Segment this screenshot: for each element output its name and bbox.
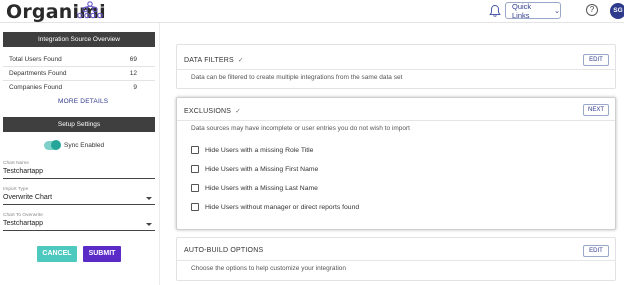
option-label: Hide Users with a missing Role Title — [205, 146, 314, 154]
submit-button[interactable]: SUBMIT — [83, 246, 121, 262]
chart-name-value: Testchartapp — [3, 168, 44, 175]
divider — [177, 260, 615, 261]
stat-row-total-users: Total Users Found 69 — [9, 56, 137, 63]
check-circle-icon: ✓ — [238, 57, 244, 64]
stat-row-departments: Departments Found 12 — [9, 70, 137, 77]
checkbox[interactable] — [191, 203, 199, 211]
import-type-value: Overwrite Chart — [3, 194, 53, 201]
data-filters-description: Data can be filtered to create multiple … — [191, 74, 403, 81]
more-details-link[interactable]: MORE DETAILS — [58, 98, 108, 105]
checkbox[interactable] — [191, 146, 199, 154]
option-label: Hide Users with a Missing Last Name — [205, 184, 318, 192]
exclusions-title: EXCLUSIONS ✓ — [184, 107, 241, 115]
auto-build-description: Choose the options to help customize you… — [191, 265, 347, 272]
left-sidebar: Integration Source Overview Total Users … — [0, 23, 160, 285]
data-filters-title: DATA FILTERS ✓ — [184, 56, 244, 64]
quick-links-label: Quick Links — [512, 1, 532, 20]
import-type-select[interactable]: Overwrite Chart — [3, 194, 155, 205]
user-avatar[interactable]: SG — [610, 3, 624, 19]
sync-toggle-label: Sync Enabled — [64, 142, 105, 149]
stat-label: Companies Found — [9, 84, 63, 91]
data-filters-card: DATA FILTERS ✓ EDIT Data can be filtered… — [176, 44, 616, 89]
org-chart-logo-icon — [77, 1, 103, 19]
option-label: Hide Users with a Missing First Name — [205, 165, 319, 173]
help-icon[interactable]: ? — [586, 4, 598, 16]
chart-to-overwrite-select[interactable]: Testchartapp — [3, 220, 155, 231]
chart-name-label: Chart Name — [3, 161, 29, 166]
toggle-knob — [51, 140, 61, 150]
exclusions-description: Data sources may have incomplete or user… — [191, 125, 410, 132]
sync-toggle[interactable] — [44, 140, 61, 150]
chart-to-overwrite-label: Chart To Overwrite — [3, 213, 43, 218]
chart-to-overwrite-value: Testchartapp — [3, 220, 44, 227]
divider — [177, 120, 615, 121]
dropdown-caret-icon — [146, 197, 152, 200]
exclusion-option-missing-role-title[interactable]: Hide Users with a missing Role Title — [191, 146, 313, 154]
data-filters-edit-button[interactable]: EDIT — [583, 54, 609, 66]
quick-links-dropdown[interactable]: Quick Links ⌄ — [505, 1, 561, 20]
notification-bell-icon[interactable] — [489, 4, 501, 18]
overview-heading: Integration Source Overview — [3, 32, 155, 47]
dropdown-caret-icon — [146, 223, 152, 226]
exclusions-next-button[interactable]: NEXT — [583, 104, 609, 116]
auto-build-title: AUTO-BUILD OPTIONS — [184, 247, 264, 254]
top-bar: Organimi Quick Links ⌄ ? SG — [0, 0, 624, 23]
divider — [177, 69, 615, 70]
card-title-text: EXCLUSIONS — [184, 108, 232, 115]
card-title-text: DATA FILTERS — [184, 57, 234, 64]
stat-value: 9 — [133, 84, 137, 91]
exclusion-option-missing-first-name[interactable]: Hide Users with a Missing First Name — [191, 165, 318, 173]
chart-name-input[interactable]: Testchartapp — [3, 168, 155, 179]
import-type-label: Import Type — [3, 187, 29, 192]
divider — [3, 66, 155, 67]
cancel-button[interactable]: CANCEL — [37, 246, 77, 262]
stat-label: Departments Found — [9, 70, 67, 77]
chevron-down-icon: ⌄ — [554, 7, 560, 15]
exclusions-card: EXCLUSIONS ✓ NEXT Data sources may have … — [176, 97, 616, 230]
checkbox[interactable] — [191, 165, 199, 173]
exclusion-option-missing-last-name[interactable]: Hide Users with a Missing Last Name — [191, 184, 318, 192]
setup-settings-heading: Setup Settings — [3, 117, 155, 132]
option-label: Hide Users without manager or direct rep… — [205, 203, 360, 211]
check-circle-icon: ✓ — [235, 108, 241, 115]
auto-build-edit-button[interactable]: EDIT — [583, 245, 609, 257]
checkbox[interactable] — [191, 184, 199, 192]
divider — [3, 80, 155, 81]
stat-row-companies: Companies Found 9 — [9, 84, 137, 91]
stat-value: 12 — [129, 70, 137, 77]
stat-label: Total Users Found — [9, 56, 62, 63]
auto-build-options-card: AUTO-BUILD OPTIONS EDIT Choose the optio… — [176, 237, 616, 281]
stat-value: 69 — [129, 56, 137, 63]
exclusion-option-no-manager[interactable]: Hide Users without manager or direct rep… — [191, 203, 359, 211]
